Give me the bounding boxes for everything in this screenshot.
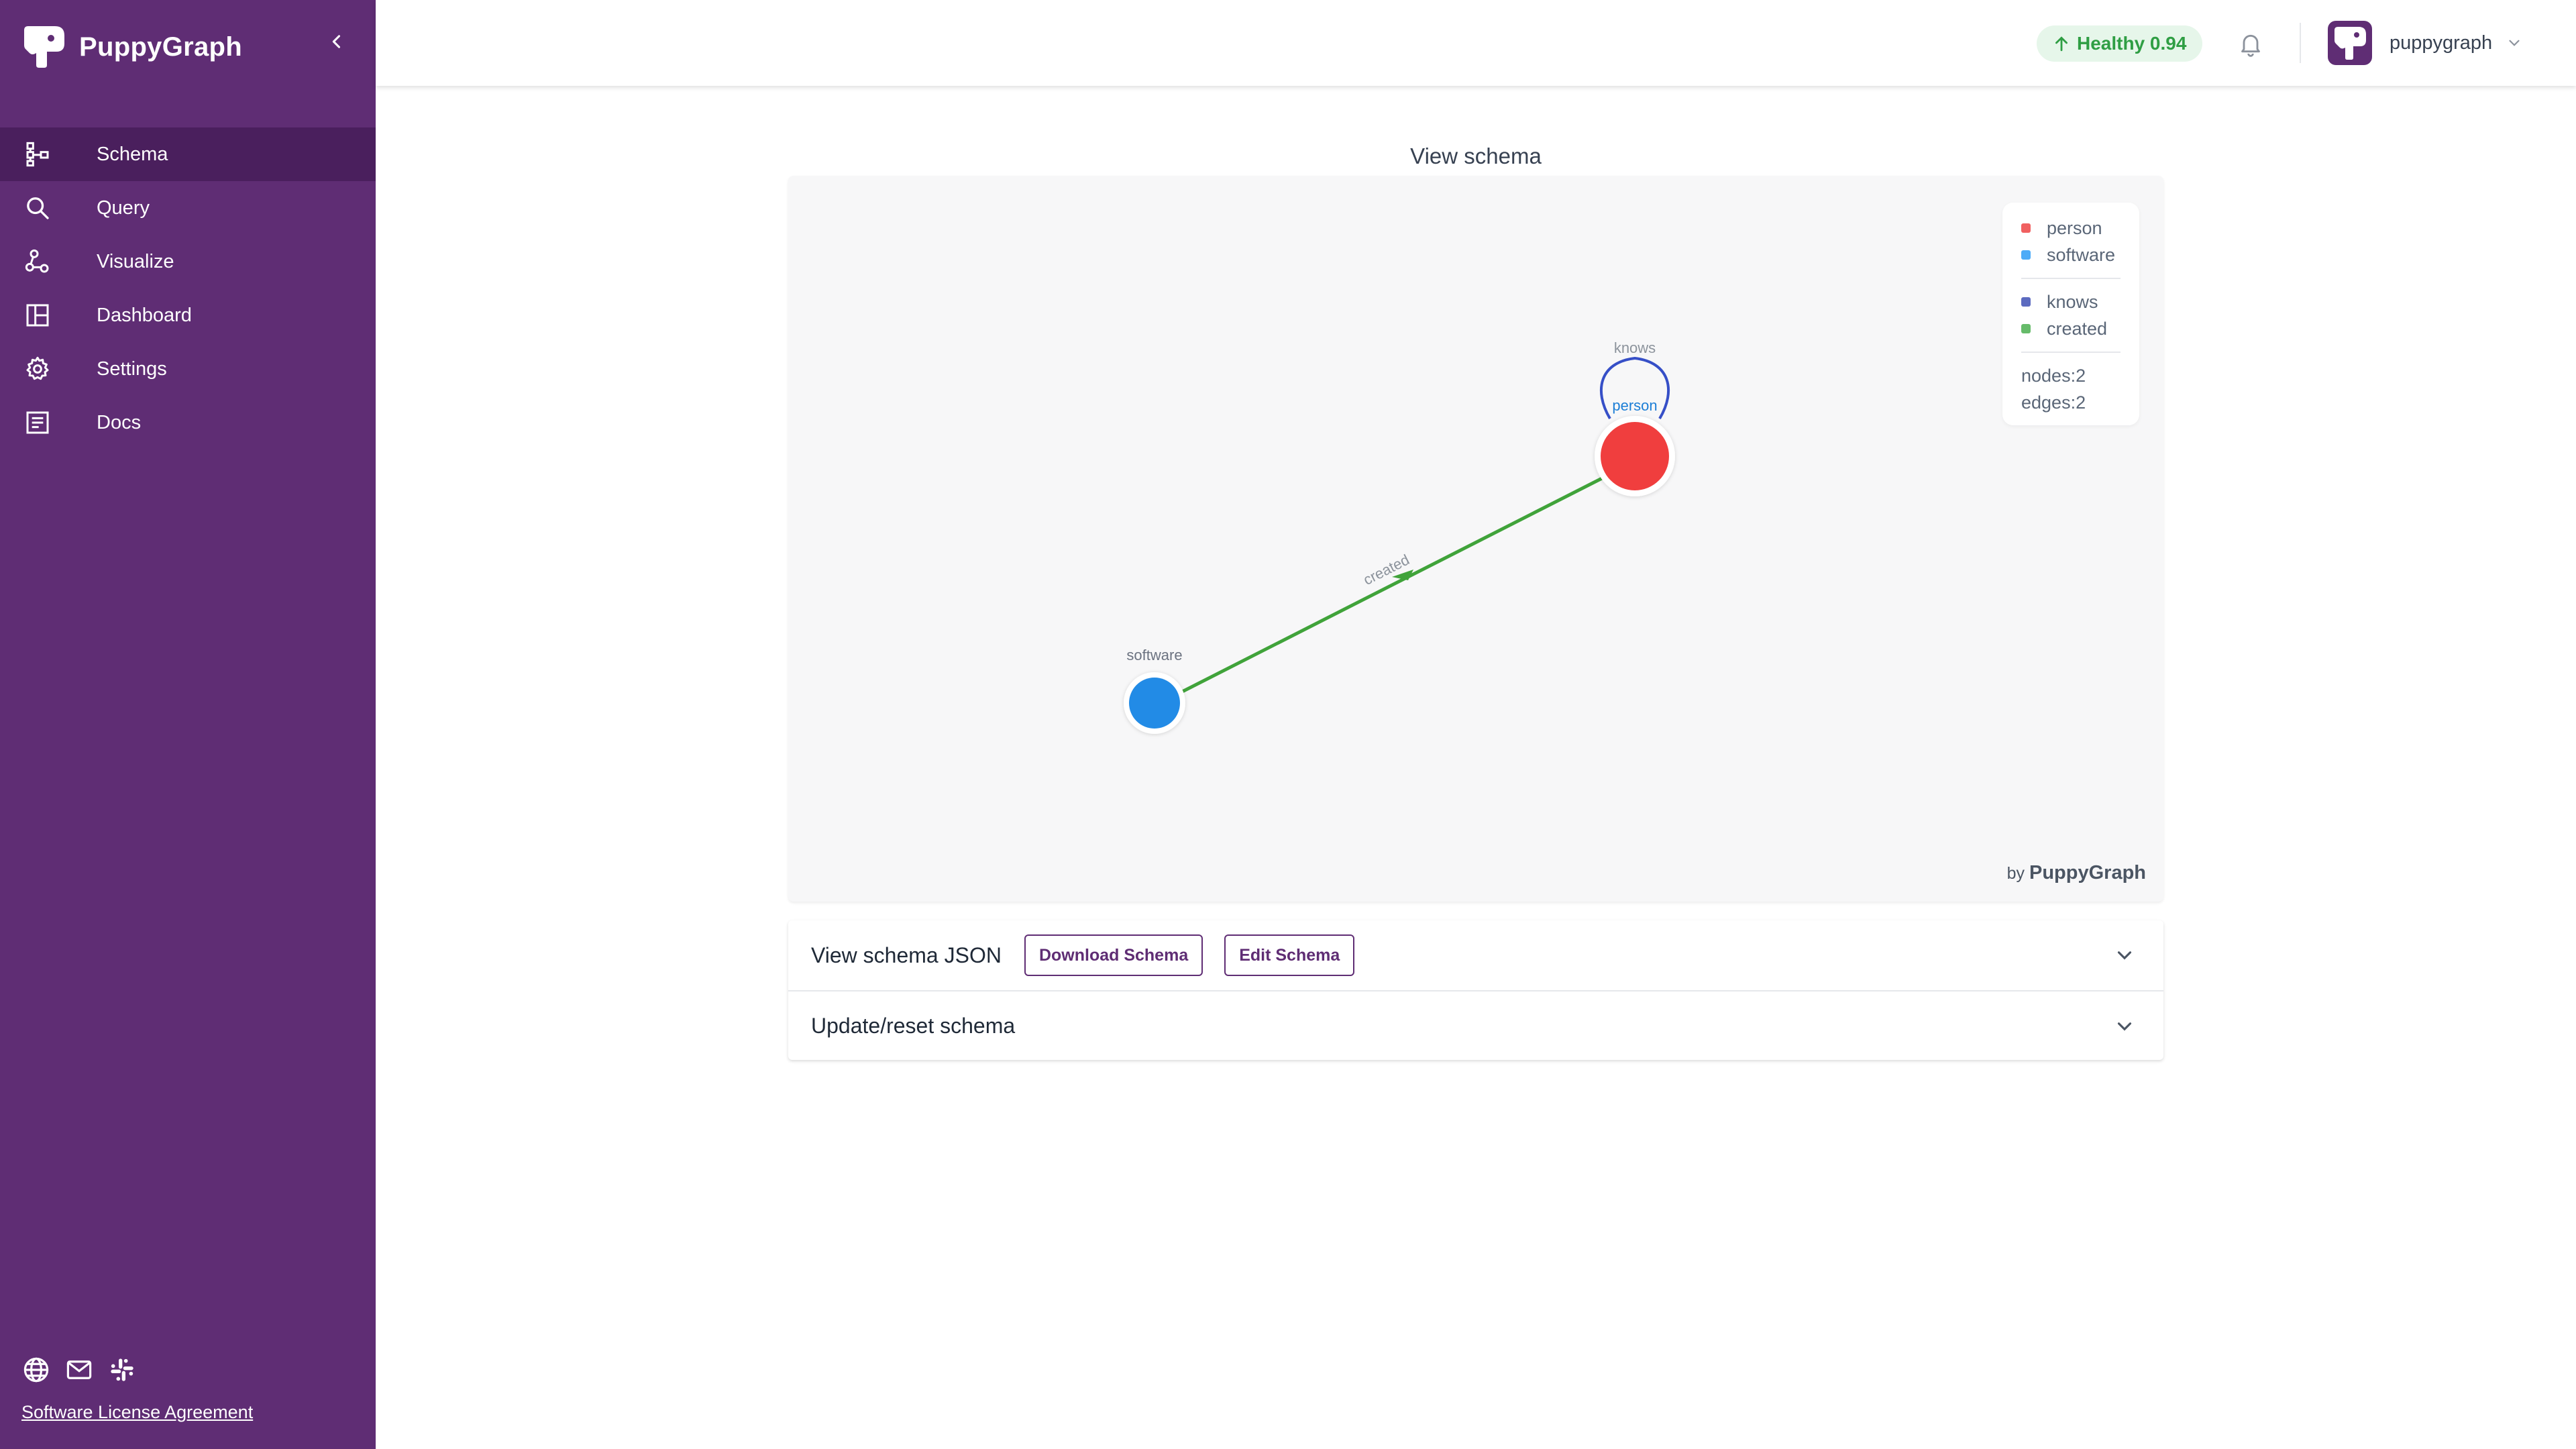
- chevron-down-icon[interactable]: [2112, 1014, 2137, 1038]
- chevron-down-icon: [2509, 40, 2520, 46]
- sidebar-item-label: Settings: [97, 358, 167, 380]
- legend-item-software[interactable]: software: [2021, 241, 2121, 268]
- sidebar-item-docs[interactable]: Docs: [0, 396, 376, 449]
- legend-label: software: [2047, 244, 2116, 265]
- notifications-button[interactable]: [2234, 27, 2267, 60]
- legend-label: created: [2047, 318, 2108, 339]
- gear-icon: [23, 354, 52, 384]
- chevron-down-icon[interactable]: [2112, 943, 2137, 967]
- avatar: [2328, 21, 2372, 65]
- legend-edges-count: edges:2: [2021, 392, 2086, 413]
- accordion-title: View schema JSON: [811, 943, 1002, 967]
- legend-color-swatch: [2021, 324, 2031, 333]
- graph-edge-knows-label: knows: [1614, 339, 1656, 356]
- top-header: Healthy 0.94 puppygraph: [376, 0, 2576, 86]
- sidebar-item-label: Visualize: [97, 250, 174, 272]
- sidebar-item-settings[interactable]: Settings: [0, 342, 376, 396]
- legend-item-created[interactable]: created: [2021, 315, 2121, 342]
- software-license-link[interactable]: Software License Agreement: [21, 1402, 253, 1423]
- legend-color-swatch: [2021, 297, 2031, 307]
- sidebar-item-visualize[interactable]: Visualize: [0, 235, 376, 288]
- legend-color-swatch: [2021, 223, 2031, 233]
- health-status-label: Healthy 0.94: [2077, 33, 2187, 54]
- puppygraph-logo-icon: [24, 26, 64, 68]
- legend-color-swatch: [2021, 250, 2031, 260]
- legend-item-person[interactable]: person: [2021, 215, 2121, 241]
- legend-item-knows[interactable]: knows: [2021, 288, 2121, 315]
- mail-icon[interactable]: [64, 1355, 94, 1385]
- graph-node-person-label: person: [1612, 397, 1657, 414]
- chevron-left-icon: [332, 35, 341, 48]
- graph-edge-created-label: created: [1360, 551, 1412, 589]
- docs-icon: [23, 408, 52, 437]
- sidebar-item-label: Docs: [97, 411, 142, 433]
- edit-schema-button[interactable]: Edit Schema: [1224, 934, 1355, 976]
- sidebar-footer: Software License Agreement: [21, 1355, 253, 1423]
- dashboard-icon: [23, 301, 52, 330]
- sidebar: PuppyGraph Schema Query Visualize Dashbo…: [0, 0, 376, 1449]
- sidebar-item-label: Dashboard: [97, 304, 192, 326]
- legend-nodes-count: nodes:2: [2021, 366, 2086, 386]
- sidebar-item-label: Schema: [97, 143, 168, 165]
- graph-node-person[interactable]: [1601, 422, 1669, 490]
- slack-icon[interactable]: [107, 1355, 137, 1385]
- search-icon: [23, 193, 52, 223]
- graph-legend: person software knows created nodes:2 ed…: [2002, 203, 2139, 425]
- graph-edge-created[interactable]: [1156, 476, 1605, 706]
- accordion-update-reset-schema[interactable]: Update/reset schema: [788, 990, 2163, 1060]
- user-menu[interactable]: puppygraph: [2328, 20, 2523, 66]
- brand[interactable]: PuppyGraph: [20, 20, 242, 74]
- legend-divider: [2021, 352, 2121, 353]
- legend-label: person: [2047, 217, 2102, 238]
- header-divider: [2300, 23, 2301, 63]
- sidebar-item-dashboard[interactable]: Dashboard: [0, 288, 376, 342]
- collapse-sidebar-button[interactable]: [322, 27, 352, 56]
- brand-name: PuppyGraph: [79, 32, 243, 62]
- download-schema-button[interactable]: Download Schema: [1024, 934, 1203, 976]
- legend-divider: [2021, 278, 2121, 279]
- legend-label: knows: [2047, 291, 2098, 312]
- schema-graph-canvas[interactable]: created knows person software: [788, 176, 2163, 902]
- accordion-view-schema-json[interactable]: View schema JSON Download Schema Edit Sc…: [788, 920, 2163, 990]
- sidebar-item-label: Query: [97, 197, 150, 219]
- graph-node-software-label: software: [1126, 647, 1182, 663]
- byline-brand: PuppyGraph: [2029, 862, 2146, 883]
- schema-graph-panel[interactable]: created knows person software person sof…: [788, 176, 2163, 902]
- sidebar-item-schema[interactable]: Schema: [0, 127, 376, 181]
- page-title: View schema: [1410, 144, 1542, 168]
- globe-icon[interactable]: [21, 1355, 51, 1385]
- arrow-up-icon: [2055, 36, 2068, 52]
- byline-prefix: by: [2006, 864, 2025, 883]
- visualize-icon: [23, 247, 52, 276]
- graph-node-software[interactable]: [1129, 678, 1180, 729]
- graph-byline: by PuppyGraph: [2007, 862, 2146, 884]
- sidebar-item-query[interactable]: Query: [0, 181, 376, 235]
- sidebar-nav: Schema Query Visualize Dashboard Setting…: [0, 127, 376, 449]
- accordion-title: Update/reset schema: [811, 1013, 1016, 1038]
- user-name: puppygraph: [2390, 32, 2493, 54]
- bell-icon: [2241, 34, 2260, 57]
- schema-icon: [23, 140, 52, 169]
- health-status-badge: Healthy 0.94: [2037, 25, 2203, 62]
- schema-accordion: View schema JSON Download Schema Edit Sc…: [788, 920, 2163, 1060]
